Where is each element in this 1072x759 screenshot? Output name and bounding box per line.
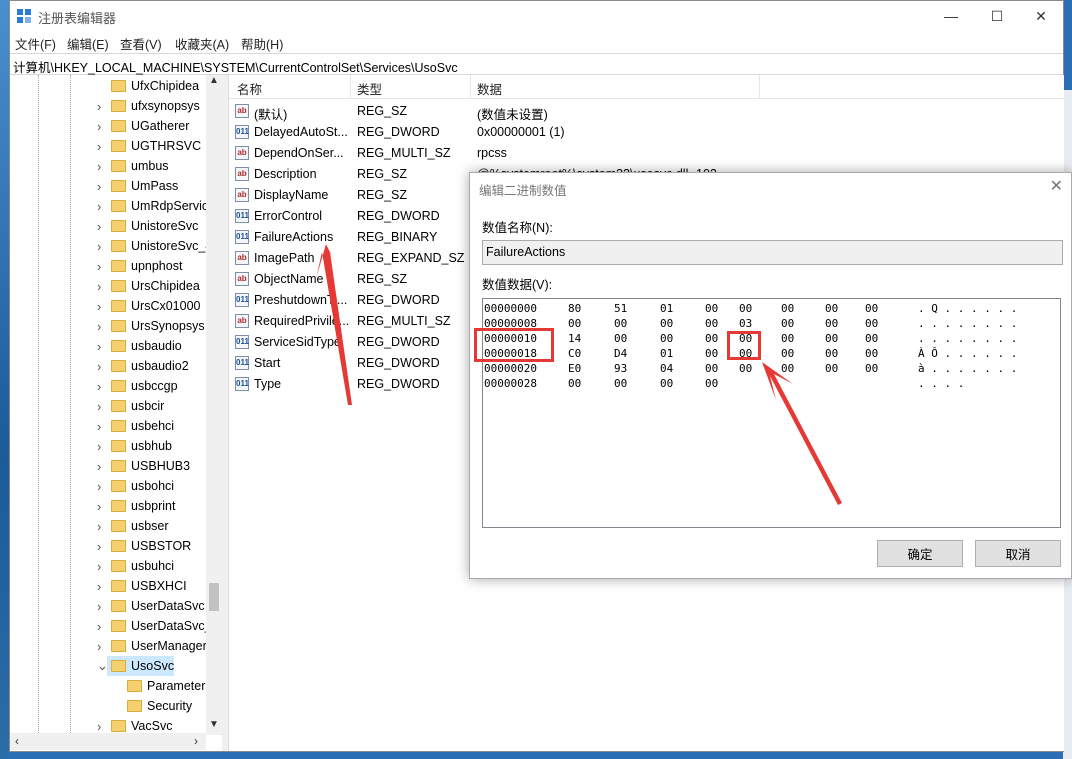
red-arrow-to-failureactions bbox=[316, 244, 352, 405]
annotation-overlay bbox=[316, 244, 842, 505]
red-arrow-to-hex-byte bbox=[762, 362, 842, 505]
